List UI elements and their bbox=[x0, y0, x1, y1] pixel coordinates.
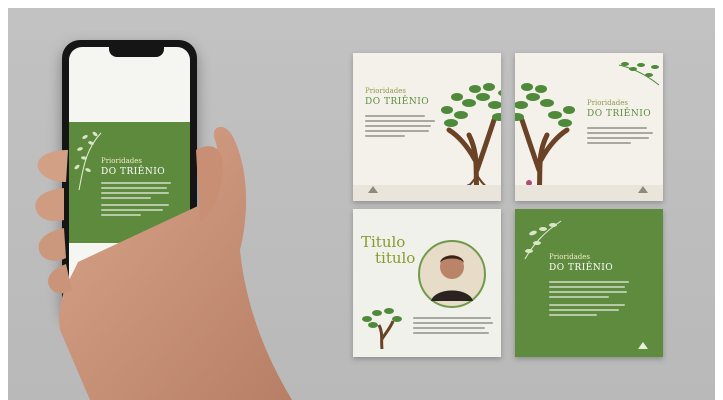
post-card-2: Prioridades DO TRIÊNIO bbox=[515, 53, 663, 201]
post-text-2 bbox=[101, 204, 171, 219]
post-text bbox=[101, 182, 171, 202]
post-card-1: Prioridades DO TRIÊNIO bbox=[353, 53, 501, 201]
card3-title-line2: titulo bbox=[375, 249, 416, 267]
card1-title-big: DO TRIÊNIO bbox=[365, 97, 430, 107]
card2-title-small: Prioridades bbox=[587, 99, 628, 107]
card4-title-small: Prioridades bbox=[549, 253, 590, 261]
logo-icon bbox=[638, 342, 648, 349]
post-card-4: Prioridades DO TRIÊNIO bbox=[515, 209, 663, 357]
phone-post: Prioridades DO TRIÊNIO bbox=[69, 122, 190, 243]
card2-title-big: DO TRIÊNIO bbox=[587, 109, 652, 119]
mockup-stage: Prioridades DO TRIÊNIO Prioridades DO TR… bbox=[0, 0, 723, 400]
phone-screen: Prioridades DO TRIÊNIO bbox=[69, 47, 190, 313]
card2-text bbox=[587, 127, 653, 147]
card1-text bbox=[365, 115, 435, 140]
leaf-branch-icon bbox=[618, 62, 660, 86]
phone-mockup: Prioridades DO TRIÊNIO bbox=[62, 40, 197, 320]
logo-icon bbox=[638, 186, 648, 193]
post-title-big: DO TRIÊNIO bbox=[101, 167, 166, 177]
post-card-3: Titulo titulo bbox=[353, 209, 501, 357]
card4-text bbox=[549, 281, 629, 301]
tree-icon bbox=[362, 308, 402, 350]
logo-icon bbox=[368, 186, 378, 193]
tree-icon bbox=[441, 83, 501, 195]
portrait-icon bbox=[418, 240, 486, 308]
card4-text-2 bbox=[549, 304, 629, 319]
tree-icon bbox=[515, 83, 575, 195]
post-title-small: Prioridades bbox=[101, 157, 142, 165]
card3-text bbox=[413, 317, 493, 337]
logo-icon bbox=[171, 230, 181, 237]
card1-title-small: Prioridades bbox=[365, 87, 406, 95]
phone-notch bbox=[109, 47, 164, 57]
card4-title-big: DO TRIÊNIO bbox=[549, 263, 614, 273]
